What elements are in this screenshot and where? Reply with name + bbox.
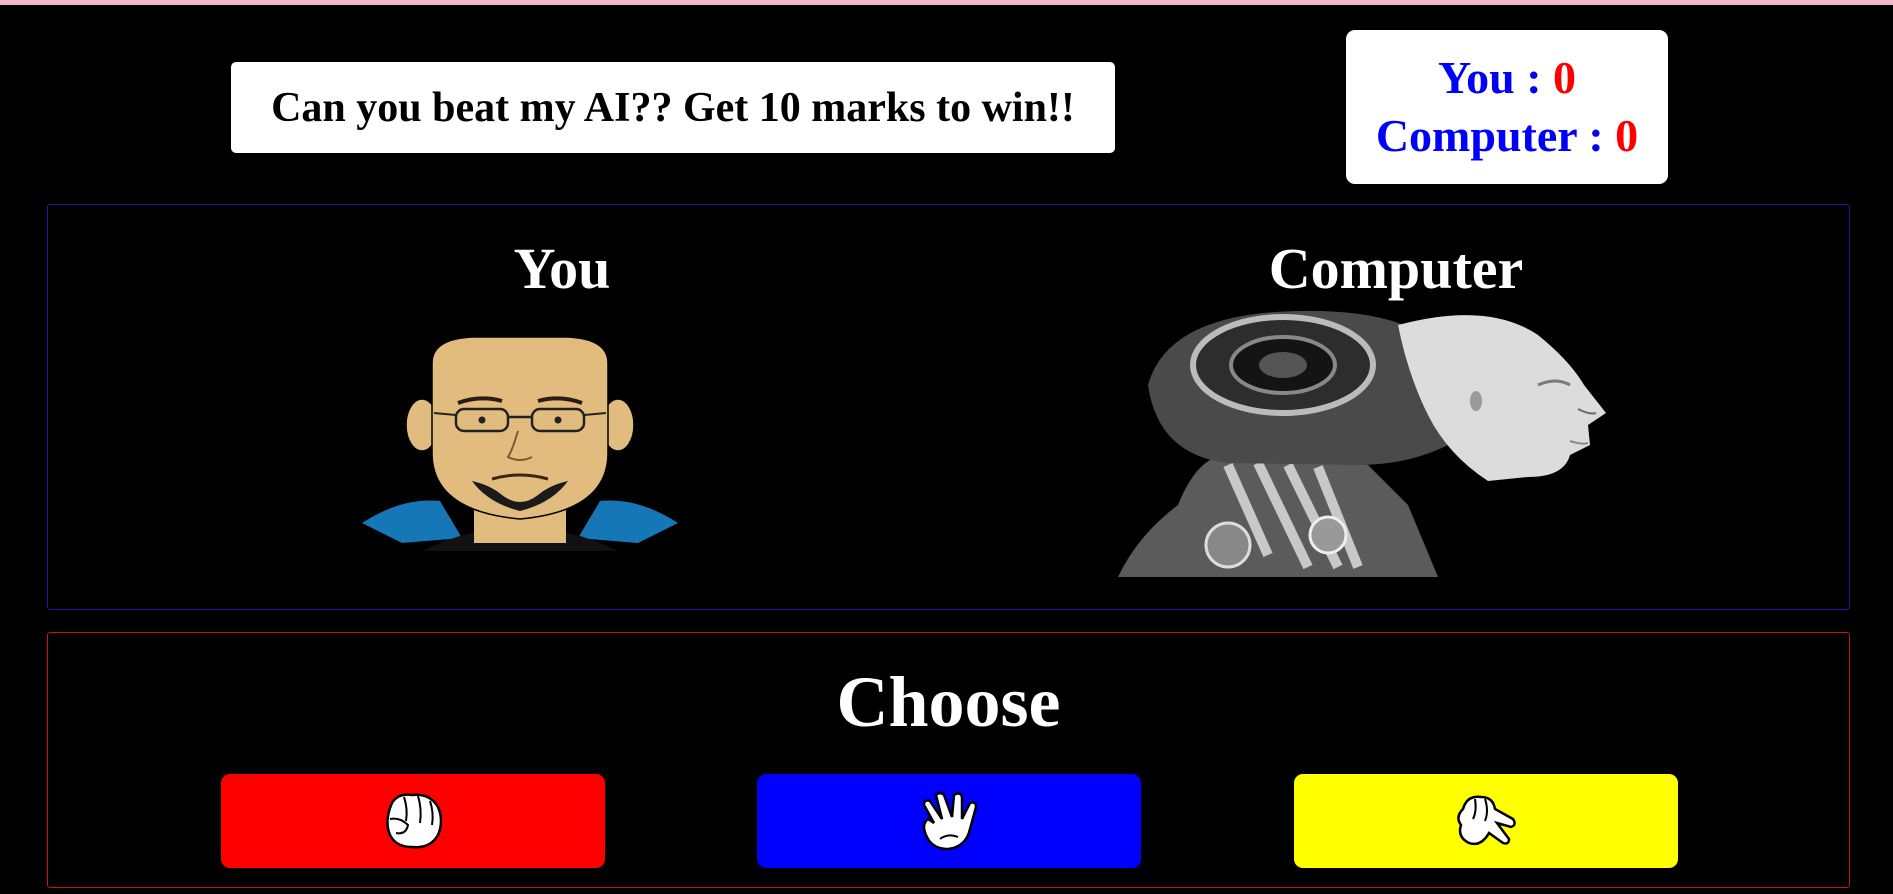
computer-avatar xyxy=(1118,310,1606,577)
scoreboard: You : 0 Computer : 0 xyxy=(1346,30,1668,184)
player-title: You xyxy=(513,236,611,301)
player-score-value: 0 xyxy=(1553,52,1577,103)
computer-title: Computer xyxy=(1268,236,1524,301)
rock-button[interactable] xyxy=(221,774,605,868)
computer-score-value: 0 xyxy=(1615,110,1639,161)
computer-score-line: Computer : 0 xyxy=(1376,107,1638,165)
rock-fist-icon xyxy=(386,793,443,849)
banner-text: Can you beat my AI?? Get 10 marks to win… xyxy=(271,84,1075,131)
scissors-hand-icon xyxy=(1457,795,1516,846)
arena-panel: You Computer xyxy=(47,204,1850,610)
player-score-label: You : xyxy=(1437,52,1554,103)
paper-hand-icon xyxy=(922,791,978,851)
scissors-button[interactable] xyxy=(1294,774,1678,868)
choose-panel: Choose xyxy=(47,632,1850,888)
player-avatar xyxy=(362,336,678,551)
computer-score-label: Computer : xyxy=(1375,110,1616,161)
paper-button[interactable] xyxy=(757,774,1141,868)
choose-title: Choose xyxy=(836,662,1061,742)
player-score-line: You : 0 xyxy=(1438,49,1576,107)
challenge-banner: Can you beat my AI?? Get 10 marks to win… xyxy=(231,62,1115,153)
top-accent-line xyxy=(0,0,1893,5)
